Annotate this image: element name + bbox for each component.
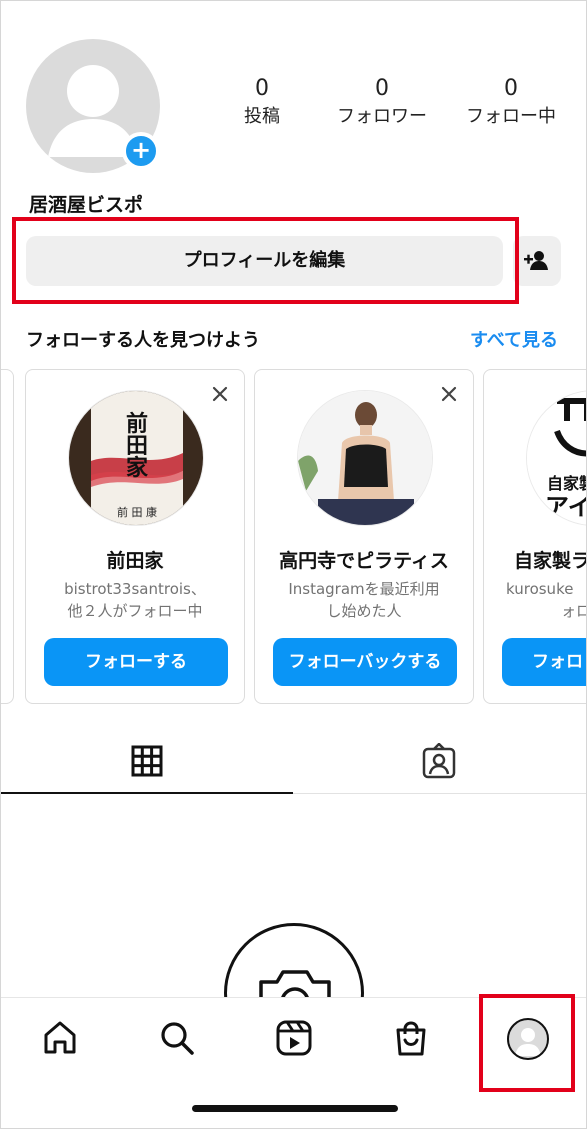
- search-icon[interactable]: [157, 1018, 197, 1058]
- svg-text:家: 家: [126, 455, 149, 481]
- profile-avatar-container[interactable]: +: [26, 39, 160, 173]
- suggestion-subtitle: bistrot33santrois、 他２人がフォロー中: [34, 578, 236, 622]
- reels-icon[interactable]: [274, 1018, 314, 1058]
- suggestions-title: フォローする人を見つけよう: [26, 330, 260, 351]
- followers-label: フォロワー: [337, 106, 427, 127]
- suggestion-subtitle-line2: 他２人がフォロー中: [67, 602, 203, 620]
- suggestion-card[interactable]: 高円寺でピラティス Instagramを最近利用 し始めた人 フォローバックする: [254, 369, 474, 704]
- default-user-icon: [514, 1027, 541, 1056]
- suggestion-name: 自家製ラ: [514, 550, 587, 572]
- followers-count: 0: [375, 76, 389, 101]
- add-person-icon: [524, 251, 548, 270]
- home-indicator: [192, 1105, 398, 1112]
- posts-count: 0: [255, 76, 269, 101]
- posts-stat[interactable]: 0 投稿: [202, 75, 322, 130]
- suggestion-card[interactable]: 前 田 家 前 田 康 前田家 bistrot33santrois、 他２人がフ…: [25, 369, 245, 704]
- suggestion-subtitle-line2: し始めた人: [326, 602, 402, 620]
- profile-name: 居酒屋ビスポ: [29, 194, 144, 216]
- home-icon[interactable]: [40, 1018, 80, 1058]
- following-stat[interactable]: 0 フォロー中: [451, 75, 571, 130]
- suggestion-subtitle: Instagramを最近利用 し始めた人: [263, 578, 465, 622]
- suggestion-avatar: 自家製 アイ: [526, 390, 587, 526]
- suggestion-subtitle: kurosuke ォロ: [506, 578, 586, 622]
- profile-tab-avatar[interactable]: [507, 1018, 549, 1060]
- tab-divider: [293, 793, 586, 794]
- posts-label: 投稿: [244, 106, 280, 127]
- suggestion-subtitle-line1: bistrot33santrois、: [64, 580, 206, 598]
- close-icon[interactable]: [210, 384, 230, 404]
- profile-tabs: [1, 731, 586, 795]
- suggestion-subtitle-line1: Instagramを最近利用: [288, 580, 440, 598]
- following-label: フォロー中: [466, 106, 556, 127]
- following-count: 0: [504, 76, 518, 101]
- follow-button[interactable]: フォローする: [44, 638, 228, 686]
- suggestion-avatar: [297, 390, 433, 526]
- svg-text:アイ: アイ: [545, 493, 587, 521]
- svg-text:前 田 康: 前 田 康: [117, 505, 157, 519]
- close-icon[interactable]: [439, 384, 459, 404]
- shop-icon[interactable]: [391, 1018, 431, 1058]
- add-story-button[interactable]: +: [122, 132, 160, 170]
- grid-icon[interactable]: [131, 745, 163, 777]
- suggestion-subtitle-line1: kurosuke: [506, 580, 574, 598]
- active-tab-indicator: [1, 792, 293, 794]
- screen: + 0 投稿 0 フォロワー 0 フォロー中 居酒屋ビスポ プロフィールを編集 …: [0, 0, 587, 1129]
- see-all-link[interactable]: すべて見る: [470, 326, 558, 352]
- tagged-icon[interactable]: [422, 743, 456, 779]
- followers-stat[interactable]: 0 フォロワー: [322, 75, 442, 130]
- edit-profile-button[interactable]: プロフィールを編集: [26, 236, 503, 286]
- suggestion-avatar: 前 田 家 前 田 康: [68, 390, 204, 526]
- suggestion-subtitle-line2: ォロ: [561, 602, 586, 620]
- logo-text: 自家製: [547, 474, 587, 493]
- follow-button[interactable]: フォロ: [502, 638, 586, 686]
- suggestion-name: 前田家: [106, 550, 164, 572]
- suggestion-card-partial[interactable]: [1, 369, 14, 704]
- discover-people-button[interactable]: [513, 236, 561, 286]
- suggestion-card[interactable]: 自家製 アイ 自家製ラ kurosuke ォロ フォロ: [483, 369, 587, 704]
- follow-back-button[interactable]: フォローバックする: [273, 638, 457, 686]
- suggestion-name: 高円寺でピラティス: [279, 550, 449, 572]
